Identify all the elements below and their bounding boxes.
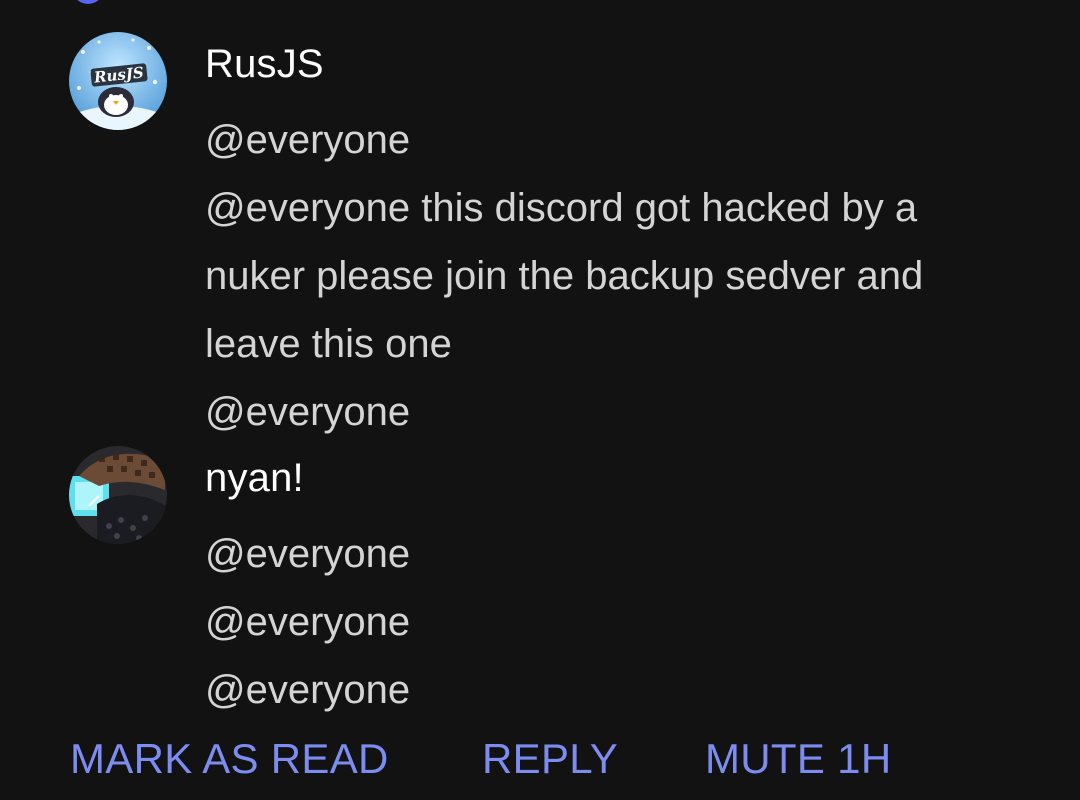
message-line: @everyone this discord got hacked by a: [205, 186, 918, 230]
message-line: leave this one: [205, 322, 452, 366]
author-name[interactable]: nyan!: [205, 454, 1040, 502]
notification-actions: MARK AS READ REPLY MUTE 1H: [70, 734, 1030, 784]
message-body: nyan! @everyone @everyone @everyone: [205, 454, 1040, 724]
previous-message-fragment: [0, 0, 1080, 6]
mark-as-read-button[interactable]: MARK AS READ: [70, 734, 389, 784]
message-line: nuker please join the backup sedver and: [205, 254, 924, 298]
reply-button[interactable]: REPLY: [482, 734, 618, 784]
author-name[interactable]: RusJS: [205, 40, 1040, 88]
message-line: @everyone: [205, 390, 411, 434]
previous-avatar-icon: [70, 0, 106, 4]
message-line: @everyone: [205, 118, 411, 162]
message-body: RusJS @everyone @everyone this discord g…: [205, 40, 1040, 446]
message-line: @everyone: [205, 600, 411, 644]
message-line: @everyone: [205, 668, 411, 712]
patterned-avatar-icon[interactable]: [69, 446, 167, 544]
notification-screen: RusJS RusJS @everyone @everyone this dis…: [0, 0, 1080, 800]
penguin-snow-avatar-icon[interactable]: RusJS: [69, 32, 167, 130]
message-line: @everyone: [205, 532, 411, 576]
mute-button[interactable]: MUTE 1H: [705, 734, 891, 784]
